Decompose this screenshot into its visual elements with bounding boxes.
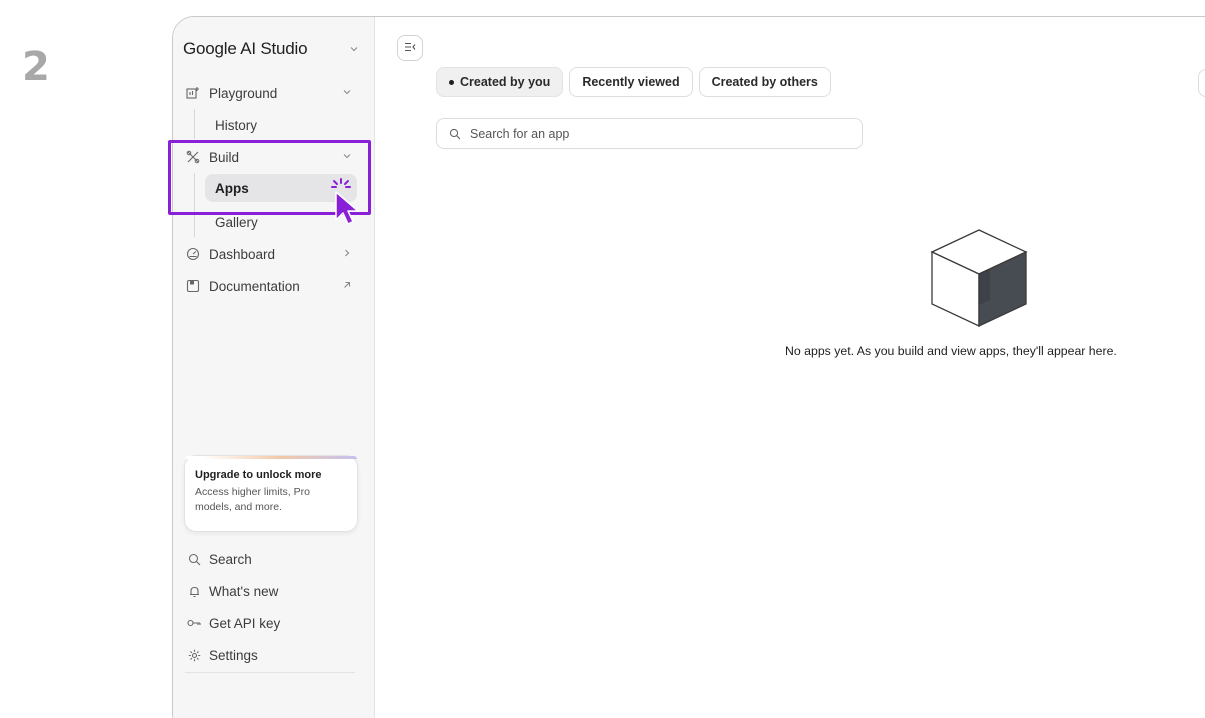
chevron-right-icon [343, 248, 351, 260]
filter-tabs: Created by you Recently viewed Created b… [436, 67, 831, 97]
sidebar-item-label: Playground [209, 85, 278, 101]
sidebar-item-playground[interactable]: Playground [185, 79, 357, 107]
sidebar-item-label: Get API key [209, 615, 281, 631]
search-icon [449, 128, 461, 140]
brand-switcher[interactable]: Google AI Studio [183, 37, 358, 61]
sidebar-item-history[interactable]: History [205, 111, 355, 139]
brand-title: Google AI Studio [183, 39, 308, 58]
gear-icon [187, 648, 201, 662]
chevron-down-icon [343, 87, 351, 99]
sidebar-get-api-key[interactable]: Get API key [187, 611, 280, 635]
sidebar-settings[interactable]: Settings [187, 643, 258, 667]
divider [185, 672, 355, 673]
external-link-icon [343, 280, 351, 292]
sidebar-item-label: Dashboard [209, 246, 276, 262]
create-app-button[interactable] [1198, 69, 1205, 97]
chevron-down-icon [350, 45, 358, 53]
upgrade-title: Upgrade to unlock more [195, 469, 322, 481]
empty-box-illustration [930, 222, 1030, 335]
collapse-sidebar-icon [404, 39, 416, 57]
documentation-icon [185, 278, 201, 294]
tab-created-by-others[interactable]: Created by others [698, 67, 831, 97]
playground-icon [185, 85, 201, 101]
empty-state-message: No apps yet. As you build and view apps,… [785, 344, 1117, 358]
sidebar-item-dashboard[interactable]: Dashboard [185, 240, 357, 268]
sidebar-item-label: Search [209, 551, 252, 567]
active-dot-icon [449, 79, 454, 85]
cursor-pointer-icon [333, 190, 361, 231]
dashboard-icon [185, 246, 201, 262]
key-icon [187, 616, 201, 630]
tab-created-by-you[interactable]: Created by you [436, 67, 564, 97]
tab-label: Created by you [460, 75, 551, 89]
tab-label: Recently viewed [582, 75, 680, 89]
sidebar-item-label: What's new [209, 583, 279, 599]
tab-label: Created by others [711, 75, 818, 89]
tab-recently-viewed[interactable]: Recently viewed [569, 67, 693, 97]
app-search[interactable] [436, 118, 863, 149]
tree-line [194, 109, 195, 139]
step-number: 2 [22, 44, 50, 90]
sidebar: Google AI Studio Playground History Buil… [173, 17, 375, 718]
sidebar-item-documentation[interactable]: Documentation [185, 272, 357, 300]
sidebar-item-label: Documentation [209, 278, 300, 294]
sidebar-whats-new[interactable]: What's new [187, 579, 278, 603]
bell-icon [187, 584, 201, 598]
sidebar-item-label: Settings [209, 647, 258, 663]
upgrade-description: Access higher limits, Pro models, and mo… [195, 486, 310, 513]
collapse-sidebar-button[interactable] [397, 35, 423, 61]
upgrade-card[interactable]: Upgrade to unlock more Access higher lim… [184, 455, 358, 532]
sidebar-search[interactable]: Search [187, 547, 252, 571]
app-window: Google AI Studio Playground History Buil… [172, 16, 1205, 718]
search-icon [187, 552, 201, 566]
search-input[interactable] [470, 126, 830, 141]
